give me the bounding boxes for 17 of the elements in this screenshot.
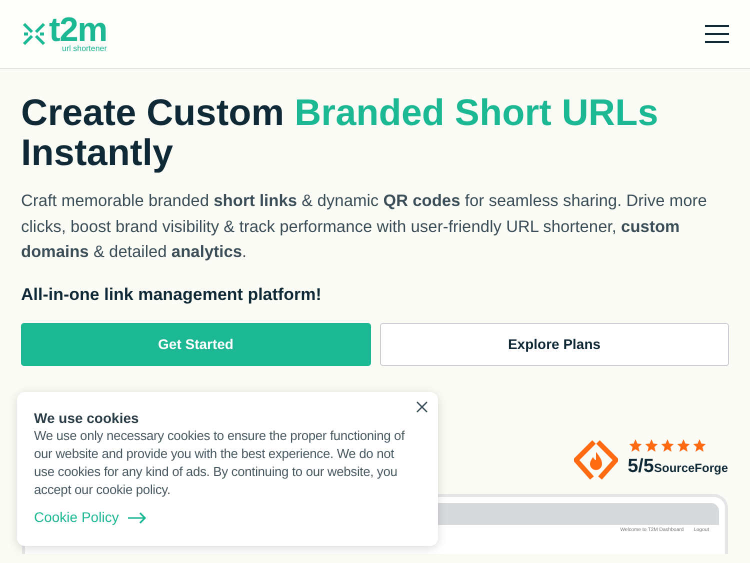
rating-source: SourceForge [654, 460, 728, 477]
rating-score: 5/5 [628, 455, 654, 479]
close-icon[interactable] [416, 401, 428, 413]
hero-description: Craft memorable branded short links & dynamic QR codes for seamless sharing. Drive more clicks, boost brand visibility & track performance with user-friendly URL shortener, custom domains & detailed analytics. [21, 191, 708, 263]
flame-diamond-icon [574, 440, 618, 480]
get-started-button[interactable]: Get Started [21, 323, 370, 366]
hero-tagline: All-in-one link management platform! [21, 284, 322, 306]
logo-tagline: url shortener [62, 45, 107, 53]
arrow-right-icon [126, 512, 147, 524]
logo-text: t2m [49, 15, 107, 45]
hero-title: Create Custom Branded Short URLs Instantly [21, 93, 660, 173]
cookie-policy-link[interactable]: Cookie Policy [34, 507, 147, 528]
logo-icon [21, 21, 47, 47]
explore-plans-button[interactable]: Explore Plans [380, 323, 729, 366]
menu-button[interactable] [705, 24, 729, 44]
cookie-title: We use cookies [34, 409, 140, 427]
cookie-text: We use only necessary cookies to ensure the proper functioning of our website and provide you with the best experience. We do not use cookies for any kind of ads. By continuing to our website, you accept our cookie policy. [34, 427, 406, 499]
